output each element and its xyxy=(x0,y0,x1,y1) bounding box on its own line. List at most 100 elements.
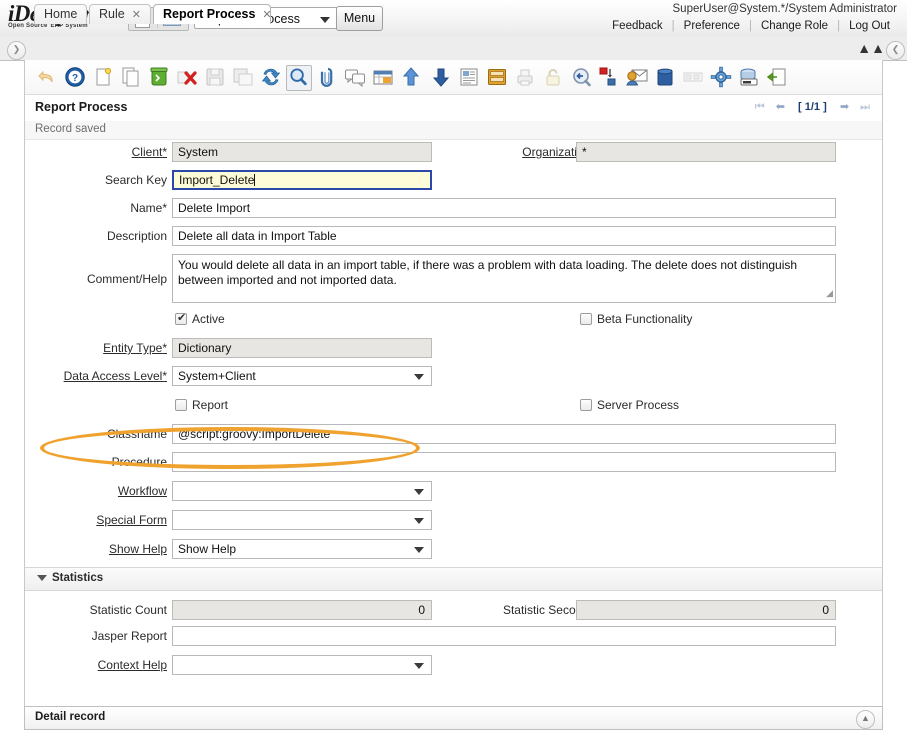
cache-reset-icon xyxy=(681,65,705,89)
close-icon[interactable]: ✕ xyxy=(132,9,141,21)
detail-record-label: Detail record xyxy=(35,711,105,723)
show-help-select[interactable]: Show Help xyxy=(172,539,432,559)
chevron-up-icon[interactable]: ▲ xyxy=(856,710,875,729)
form-row-statistic-count: Statistic Count 0 Statistic Seconds 0 xyxy=(25,593,882,623)
entity-type-label: Entity Type xyxy=(25,341,167,355)
record-toolbar: ? xyxy=(25,60,882,95)
name-input[interactable]: Delete Import xyxy=(172,198,836,218)
feedback-link[interactable]: Feedback xyxy=(603,20,672,32)
classname-label: Classname xyxy=(25,427,167,441)
help-icon[interactable]: ? xyxy=(63,65,87,89)
classname-field[interactable]: @script:groovy:ImportDelete xyxy=(172,424,836,444)
expand-sidebar-button[interactable]: ❯ xyxy=(7,41,26,60)
status-message: Record saved xyxy=(35,123,106,135)
new-record-icon[interactable] xyxy=(91,65,115,89)
server-process-checkbox[interactable]: Server Process xyxy=(580,398,679,412)
find-icon[interactable] xyxy=(286,65,312,91)
first-record-icon[interactable]: ⏮ xyxy=(751,101,769,113)
chevron-down-icon xyxy=(414,547,424,553)
preference-icon[interactable] xyxy=(709,65,733,89)
tab-report-process[interactable]: Report Process✕ xyxy=(153,4,271,24)
organization-field: * xyxy=(576,142,836,162)
jasper-report-label: Jasper Report xyxy=(25,629,167,643)
last-record-icon[interactable]: ⏭ xyxy=(856,101,874,113)
request-icon[interactable] xyxy=(625,65,649,89)
detail-record-bar[interactable]: Detail record ▲ xyxy=(24,706,883,730)
report-icon[interactable] xyxy=(457,65,481,89)
detail-record-icon[interactable] xyxy=(429,65,453,89)
form-row-show-help: Show Help Show Help xyxy=(25,535,882,565)
form-row-context-help: Context Help xyxy=(25,651,882,681)
entity-type-field: Dictionary xyxy=(172,338,432,358)
exit-icon[interactable] xyxy=(765,65,789,89)
active-checkbox[interactable]: Active xyxy=(175,312,225,326)
log-out-link[interactable]: Log Out xyxy=(840,20,899,32)
parent-record-icon[interactable] xyxy=(399,65,423,89)
checkbox-box xyxy=(175,399,187,411)
previous-record-icon[interactable]: ⬅ xyxy=(772,101,789,113)
description-label: Description xyxy=(25,229,167,243)
form-row-description: Description Delete all data in Import Ta… xyxy=(25,223,882,251)
active-workflow-icon[interactable] xyxy=(597,65,621,89)
report-checkbox[interactable]: Report xyxy=(175,398,228,412)
statistics-group-header[interactable]: Statistics xyxy=(25,567,882,591)
form-row-data-access-level: Data Access Level System+Client xyxy=(25,363,882,391)
context-help-select[interactable] xyxy=(172,655,432,675)
form-row-workflow: Workflow xyxy=(25,477,882,506)
checkbox-box xyxy=(580,399,592,411)
record-form: Client System Organization * Search Key … xyxy=(25,139,882,681)
jasper-report-field[interactable] xyxy=(172,626,836,646)
close-icon[interactable]: ✕ xyxy=(262,9,271,21)
statistic-count-label: Statistic Count xyxy=(25,603,167,617)
show-help-label: Show Help xyxy=(25,542,167,556)
form-row-name: Name Delete Import xyxy=(25,195,882,223)
client-label: Client xyxy=(25,145,167,159)
zoom-across-icon[interactable] xyxy=(569,65,593,89)
delete-record-icon[interactable] xyxy=(147,65,171,89)
menu-button[interactable]: Menu xyxy=(336,6,383,31)
tab-rule[interactable]: Rule✕ xyxy=(89,4,151,24)
record-navigation: ⏮ ⬅ [ 1/1 ] ➡ ⏭ xyxy=(751,100,874,114)
statistics-group-header-row: Statistics xyxy=(25,565,882,593)
special-form-select[interactable] xyxy=(172,510,432,530)
product-info-icon[interactable] xyxy=(653,65,677,89)
statistic-count-field: 0 xyxy=(172,600,432,620)
workflow-select[interactable] xyxy=(172,481,432,501)
preference-link[interactable]: Preference xyxy=(675,20,749,32)
print-icon xyxy=(513,65,537,89)
client-field: System xyxy=(172,142,432,162)
statistic-seconds-field: 0 xyxy=(576,600,836,620)
page-title: Report Process xyxy=(35,100,127,114)
comment-help-label: Comment/Help xyxy=(25,272,167,286)
archive-icon[interactable] xyxy=(485,65,509,89)
server-process-label: Server Process xyxy=(597,398,679,412)
form-row-entity-type: Entity Type Dictionary xyxy=(25,335,882,363)
search-key-input[interactable]: Import_Delete xyxy=(172,170,432,190)
beta-functionality-checkbox[interactable]: Beta Functionality xyxy=(580,312,692,326)
form-row-jasper-report: Jasper Report xyxy=(25,623,882,651)
export-icon[interactable] xyxy=(737,65,761,89)
grid-toggle-icon[interactable] xyxy=(371,65,395,89)
refresh-icon[interactable] xyxy=(259,65,283,89)
resize-grip-icon[interactable]: ◢ xyxy=(826,286,833,301)
undo-icon[interactable] xyxy=(35,65,59,89)
comment-help-textarea[interactable]: You would delete all data in an import t… xyxy=(172,254,836,303)
special-form-label: Special Form xyxy=(25,513,167,527)
collapse-header-button[interactable]: ▲▲ xyxy=(857,40,885,56)
idempiere-window: iDempiere Open SourceERP System Report &… xyxy=(0,0,907,736)
chevron-down-icon xyxy=(320,17,330,23)
procedure-field[interactable] xyxy=(172,452,836,472)
form-row-special-form: Special Form xyxy=(25,506,882,535)
copy-record-icon[interactable] xyxy=(119,65,143,89)
collapse-right-panel-button[interactable]: ❮ xyxy=(886,41,905,60)
organization-label: Organization xyxy=(460,145,595,159)
tab-home[interactable]: Home xyxy=(34,4,87,24)
data-access-level-select[interactable]: System+Client xyxy=(172,366,432,386)
chat-icon[interactable] xyxy=(343,65,367,89)
delete-selection-icon[interactable] xyxy=(175,65,199,89)
change-role-link[interactable]: Change Role xyxy=(752,20,837,32)
next-record-icon[interactable]: ➡ xyxy=(836,101,853,113)
description-input[interactable]: Delete all data in Import Table xyxy=(172,226,836,246)
attachment-icon[interactable] xyxy=(315,65,339,89)
data-access-level-label: Data Access Level xyxy=(25,369,167,383)
